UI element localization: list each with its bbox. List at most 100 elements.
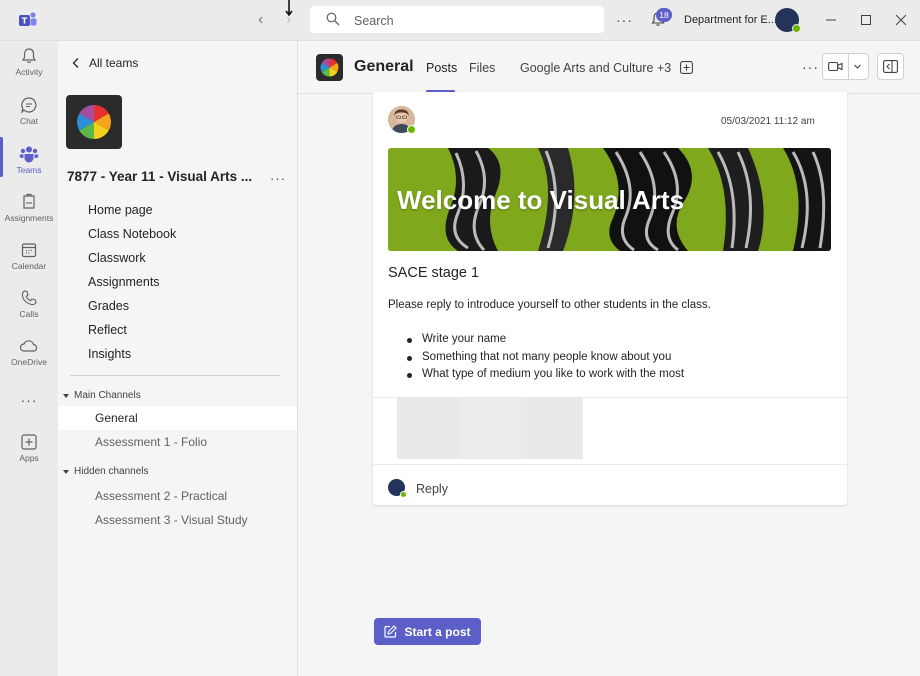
open-panel-button[interactable] (877, 53, 904, 80)
app-rail: Activity Chat Teams Assignments Calendar… (0, 41, 58, 676)
section-title: Hidden channels (74, 466, 149, 477)
team-tab-grades[interactable]: Grades (88, 299, 129, 313)
rail-label: Activity (15, 67, 43, 77)
rail-item-apps[interactable]: Apps (0, 433, 58, 479)
section-main-channels[interactable]: Main Channels (63, 390, 141, 401)
tab-google-arts-and-culture[interactable]: Google Arts and Culture (520, 61, 653, 75)
rail-item-activity[interactable]: Activity (0, 47, 58, 93)
tab-files[interactable]: Files (469, 61, 495, 75)
rail-item-assignments[interactable]: Assignments (0, 193, 58, 239)
close-icon[interactable] (892, 11, 910, 29)
attachment-thumbnail[interactable] (397, 397, 459, 459)
team-tab-assignments[interactable]: Assignments (88, 275, 160, 289)
title-bar: T ‹ › Search ··· 18 Department for E... (0, 0, 920, 41)
channel-assessment-1-folio[interactable]: Assessment 1 - Folio (58, 430, 297, 454)
video-camera-icon (828, 61, 843, 72)
search-input[interactable]: Search (354, 14, 394, 28)
attachment-thumbnail[interactable] (521, 397, 583, 459)
chevron-left-icon (72, 58, 79, 68)
post-card: 05/03/2021 11:12 am Welcome to Visual Ar… (373, 92, 847, 505)
notification-badge: 18 (656, 8, 672, 22)
phone-icon (21, 290, 37, 306)
team-tab-classwork[interactable]: Classwork (88, 251, 146, 265)
channel-main: General Posts Files Google Arts and Cult… (298, 41, 920, 676)
team-more-options-icon[interactable]: ··· (270, 171, 286, 186)
search-icon (326, 12, 340, 26)
rail-label: Calendar (11, 261, 47, 271)
list-item: Something that not many people know abou… (407, 351, 684, 369)
more-apps-icon[interactable]: ··· (0, 392, 58, 408)
rail-label: Apps (19, 453, 39, 463)
post-body: Please reply to introduce yourself to ot… (388, 299, 711, 311)
post-bullet-list: Write your name Something that not many … (407, 333, 684, 386)
search-box[interactable]: Search (310, 6, 604, 33)
start-post-button[interactable]: Start a post (374, 618, 481, 645)
post-banner-image: Welcome to Visual Arts (388, 148, 831, 251)
org-name[interactable]: Department for E... (684, 14, 777, 26)
channel-title: General (354, 58, 414, 75)
section-hidden-channels[interactable]: Hidden channels (63, 466, 149, 477)
button-separator (848, 54, 849, 79)
rail-label: Chat (20, 116, 38, 126)
team-tab-insights[interactable]: Insights (88, 347, 131, 361)
post-subject: SACE stage 1 (388, 265, 480, 281)
channel-assessment-2-practical[interactable]: Assessment 2 - Practical (58, 484, 297, 508)
rail-item-onedrive[interactable]: OneDrive (0, 337, 58, 383)
banner-title: Welcome to Visual Arts (397, 185, 685, 215)
rail-label: OneDrive (11, 357, 47, 367)
channel-more-options-icon[interactable]: ··· (802, 59, 819, 75)
divider (70, 375, 280, 376)
list-item: What type of medium you like to work wit… (407, 368, 684, 386)
more-options-icon[interactable]: ··· (616, 12, 633, 28)
caret-down-icon (63, 393, 69, 398)
team-tab-home-page[interactable]: Home page (88, 203, 153, 217)
channel-team-logo (316, 54, 343, 81)
add-apps-icon (21, 434, 37, 450)
color-wheel-icon (77, 105, 111, 139)
maximize-icon[interactable] (857, 11, 875, 29)
chevron-down-icon[interactable] (853, 63, 862, 70)
svg-text:T: T (22, 17, 28, 26)
presence-available-icon (407, 125, 416, 134)
color-wheel-icon (320, 58, 339, 77)
reply-button[interactable]: Reply (416, 482, 448, 496)
rail-item-calls[interactable]: Calls (0, 289, 58, 335)
rail-item-chat[interactable]: Chat (0, 96, 58, 142)
list-item: Write your name (407, 333, 684, 351)
team-tab-class-notebook[interactable]: Class Notebook (88, 227, 176, 241)
channel-general[interactable]: General (58, 406, 297, 430)
channel-header: General Posts Files Google Arts and Cult… (298, 41, 920, 94)
tab-posts[interactable]: Posts (426, 61, 457, 75)
more-tabs-count[interactable]: +3 (657, 61, 671, 75)
team-tab-reflect[interactable]: Reflect (88, 323, 127, 337)
back-arrow-icon[interactable]: ‹ (258, 11, 263, 29)
add-tab-icon[interactable] (680, 61, 693, 74)
rail-label: Teams (16, 165, 42, 175)
rail-item-teams[interactable]: Teams (0, 145, 58, 191)
start-post-label: Start a post (404, 624, 471, 639)
presence-available-icon (792, 24, 801, 33)
team-name[interactable]: 7877 - Year 11 - Visual Arts ... (67, 169, 252, 184)
team-panel: All teams 7877 - Year 11 - Visual Arts .… (58, 41, 298, 676)
attachment-thumbnail[interactable] (459, 397, 521, 459)
caret-down-icon (63, 469, 69, 474)
bell-icon (21, 48, 37, 64)
meet-button[interactable] (822, 53, 869, 80)
compose-icon (384, 625, 398, 638)
cloud-icon (19, 340, 38, 352)
current-user-avatar (388, 479, 407, 498)
all-teams-link[interactable]: All teams (72, 56, 138, 70)
assignments-icon (23, 193, 35, 209)
all-teams-label: All teams (89, 56, 139, 70)
channel-assessment-3-visual-study[interactable]: Assessment 3 - Visual Study (58, 508, 297, 532)
team-logo (66, 95, 122, 149)
presence-available-icon (400, 491, 407, 498)
chat-icon (20, 97, 37, 114)
rail-item-calendar[interactable]: Calendar (0, 241, 58, 287)
minimize-icon[interactable] (822, 11, 840, 29)
user-avatar[interactable] (775, 8, 801, 33)
rail-label: Assignments (4, 213, 54, 223)
rail-label: Calls (19, 309, 39, 319)
side-panel-icon (883, 60, 898, 73)
calendar-icon (21, 243, 37, 258)
